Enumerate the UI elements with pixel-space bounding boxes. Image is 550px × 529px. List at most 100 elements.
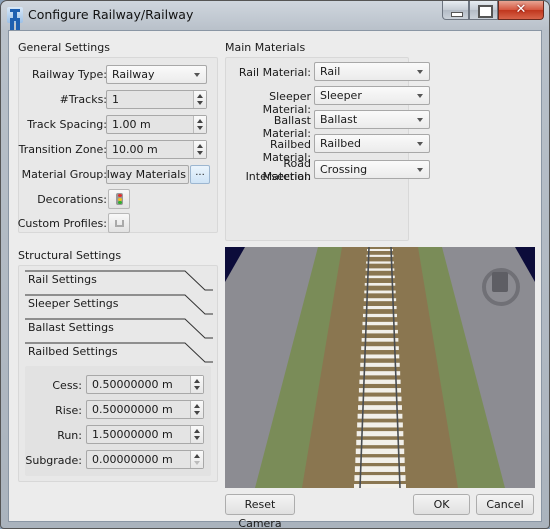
structural-settings-title: Structural Settings [18, 249, 122, 262]
arrow-up-icon [194, 379, 200, 383]
sleeper [354, 475, 406, 481]
sleeper [365, 275, 395, 279]
transition-zone-value: 10.00 m [112, 143, 158, 156]
sleeper [354, 484, 406, 488]
ok-button[interactable]: OK [413, 494, 470, 515]
sleeper-material-value: Sleeper [320, 89, 362, 102]
sleeper [357, 422, 403, 428]
title-bar[interactable]: Configure Railway/Railway ✕ [1, 1, 549, 29]
run-stepper[interactable] [190, 426, 203, 443]
ballast-material-value: Ballast [320, 113, 358, 126]
close-button[interactable]: ✕ [498, 1, 544, 20]
minimize-button[interactable] [442, 1, 469, 20]
run-value: 1.50000000 m [92, 428, 173, 441]
sleeper [364, 282, 396, 286]
sleeper [356, 431, 404, 437]
cess-label: Cess: [52, 379, 82, 392]
arrow-up-icon [197, 119, 203, 123]
railway-3d-preview[interactable] [225, 247, 535, 488]
ballast-material-select[interactable]: Ballast [314, 110, 430, 129]
dialog-client: General Settings Railway Type: Railway #… [8, 30, 542, 528]
sleeper [360, 354, 400, 359]
arrow-down-icon [197, 126, 203, 130]
track-spacing-spinbox[interactable]: 1.00 m [106, 115, 207, 134]
reset-camera-button[interactable]: Reset Camera [225, 494, 295, 528]
sleeper [367, 249, 393, 251]
sleeper [356, 439, 404, 446]
chevron-down-icon [417, 118, 423, 122]
transition-zone-label: Transition Zone: [18, 143, 107, 156]
arrow-down-icon [194, 461, 200, 465]
sky-corner-right [515, 247, 535, 282]
rise-value: 0.50000000 m [92, 403, 173, 416]
material-group-field[interactable]: /Railway Materials [106, 165, 189, 184]
railbed-material-value: Railbed [320, 137, 361, 150]
sleeper [366, 261, 394, 264]
sleeper-material-select[interactable]: Sleeper [314, 86, 430, 105]
tracks-value: 1 [112, 93, 119, 106]
decorations-button[interactable] [108, 189, 130, 209]
rail-material-value: Rail [320, 65, 341, 78]
close-icon: ✕ [515, 2, 527, 17]
track-spacing-value: 1.00 m [112, 118, 151, 131]
sleeper [358, 396, 402, 402]
tab-sleeper-settings[interactable]: Sleeper Settings [25, 294, 215, 318]
tab-railbed-settings[interactable]: Railbed Settings [25, 342, 215, 366]
tab-label: Ballast Settings [28, 321, 114, 334]
material-group-browse-button[interactable]: ... [190, 165, 210, 184]
transition-zone-stepper[interactable] [193, 141, 206, 158]
sleeper [355, 448, 405, 455]
sleeper [360, 362, 400, 367]
sleeper [361, 346, 399, 351]
track-spacing-stepper[interactable] [193, 116, 206, 133]
cess-value: 0.50000000 m [92, 378, 173, 391]
app-icon [7, 7, 23, 23]
rise-spinbox[interactable]: 0.50000000 m [86, 400, 204, 419]
transition-zone-spinbox[interactable]: 10.00 m [106, 140, 207, 159]
cancel-button[interactable]: Cancel [476, 494, 534, 515]
rise-label: Rise: [55, 404, 82, 417]
subgrade-stepper[interactable] [190, 451, 203, 468]
maximize-button[interactable] [469, 1, 498, 20]
cess-spinbox[interactable]: 0.50000000 m [86, 375, 204, 394]
ballast-material-label: Ballast Material: [262, 114, 311, 140]
arrow-up-icon [194, 404, 200, 408]
road-intersection-label-line2: Material: [262, 170, 311, 183]
sleeper [355, 457, 405, 463]
tab-rail-settings[interactable]: Rail Settings [25, 270, 215, 294]
dialog-window: Configure Railway/Railway ✕ General Sett… [0, 0, 550, 529]
sleeper [362, 321, 398, 326]
arrow-down-icon [197, 151, 203, 155]
chevron-down-icon [194, 73, 200, 77]
sleeper [359, 371, 401, 376]
railway-type-select[interactable]: Railway [106, 65, 207, 84]
tracks-stepper[interactable] [193, 91, 206, 108]
arrow-up-icon [194, 429, 200, 433]
sleeper [358, 388, 402, 393]
railway-type-value: Railway [112, 68, 155, 81]
sleeper [361, 338, 399, 342]
rise-stepper[interactable] [190, 401, 203, 418]
sleeper-material-label: Sleeper Material: [262, 90, 311, 116]
arrow-down-icon [197, 101, 203, 105]
general-settings-title: General Settings [18, 41, 110, 54]
chevron-down-icon [417, 168, 423, 172]
tab-label: Railbed Settings [28, 345, 118, 358]
arrow-up-icon [197, 94, 203, 98]
custom-profiles-button[interactable] [108, 213, 130, 233]
run-spinbox[interactable]: 1.50000000 m [86, 425, 204, 444]
sleeper [365, 268, 395, 271]
chevron-down-icon [417, 94, 423, 98]
rail-material-label: Rail Material: [238, 66, 311, 79]
sky-corner-left [225, 247, 245, 282]
tab-ballast-settings[interactable]: Ballast Settings [25, 318, 215, 342]
profile-icon [115, 220, 124, 227]
rail-material-select[interactable]: Rail [314, 62, 430, 81]
railbed-material-select[interactable]: Railbed [314, 134, 430, 153]
tracks-spinbox[interactable]: 1 [106, 90, 207, 109]
road-intersection-material-select[interactable]: Crossing [314, 160, 430, 179]
subgrade-spinbox[interactable]: 0.00000000 m [86, 450, 204, 469]
arrow-up-icon [197, 144, 203, 148]
cess-stepper[interactable] [190, 376, 203, 393]
arrow-down-icon [194, 411, 200, 415]
